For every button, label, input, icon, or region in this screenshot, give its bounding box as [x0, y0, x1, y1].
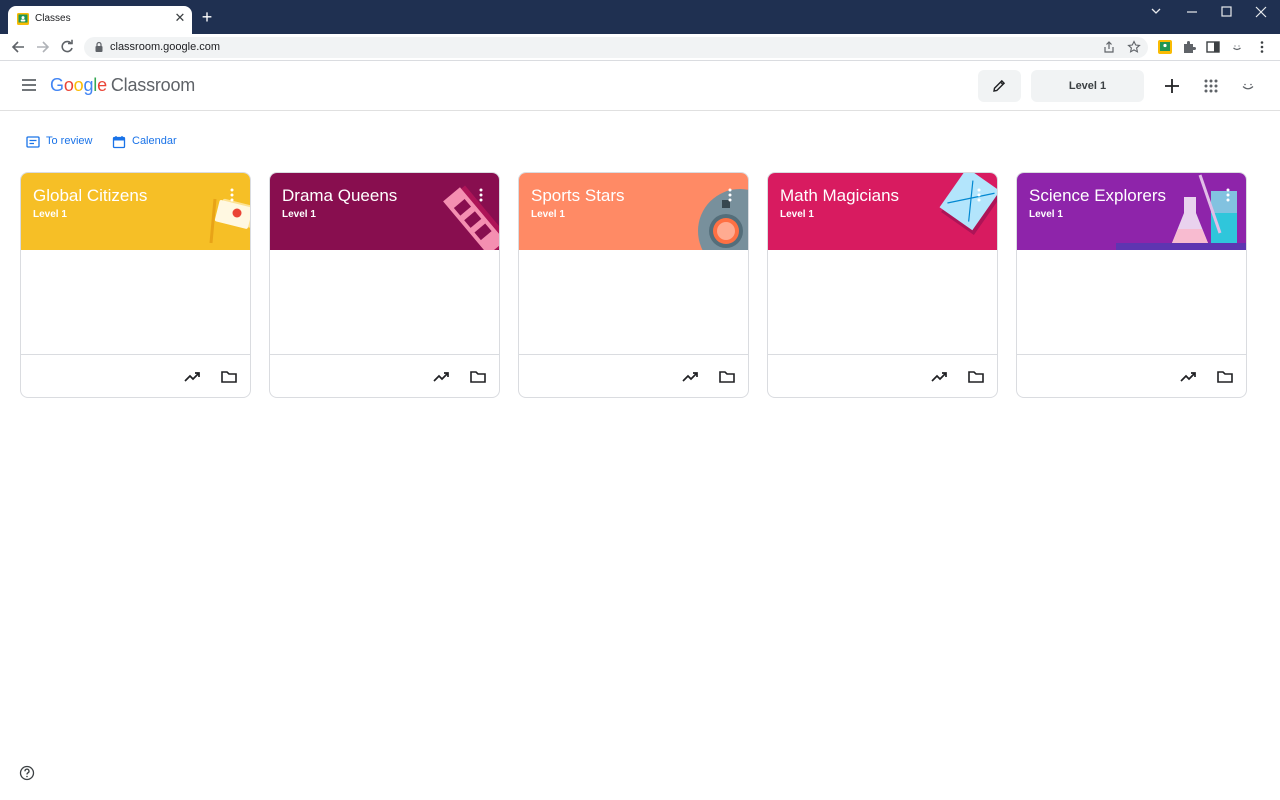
google-classroom-logo[interactable]: Google Classroom: [50, 75, 195, 96]
bookmark-star-icon[interactable]: [1127, 40, 1141, 54]
card-more-options-icon[interactable]: [475, 187, 487, 203]
main-menu-icon[interactable]: [20, 76, 38, 94]
folder-icon[interactable]: [469, 369, 487, 385]
maximize-icon[interactable]: [1216, 4, 1236, 20]
classroom-favicon-icon: [17, 13, 29, 25]
folder-icon[interactable]: [718, 369, 736, 385]
tab-title: Classes: [35, 13, 71, 24]
minimize-icon[interactable]: [1182, 4, 1202, 20]
card-footer: [519, 354, 748, 397]
to-review-label: To review: [46, 135, 93, 147]
film-strip-illustration-icon: [443, 185, 499, 250]
class-card-banner[interactable]: Drama Queens Level 1: [270, 173, 499, 250]
class-card[interactable]: Science Explorers Level 1: [1016, 172, 1247, 398]
assignment-review-icon: [26, 136, 40, 148]
folder-icon[interactable]: [967, 369, 985, 385]
app-header: Google Classroom Level 1: [0, 61, 1280, 111]
class-name[interactable]: Math Magicians: [780, 186, 899, 206]
logo-letter: g: [83, 75, 94, 95]
new-tab-button[interactable]: +: [199, 8, 215, 26]
class-card-banner[interactable]: Global Citizens Level 1: [21, 173, 250, 250]
card-footer: [1017, 354, 1246, 397]
class-section: Level 1: [780, 209, 814, 220]
card-footer: [21, 354, 250, 397]
side-panel-icon[interactable]: [1205, 39, 1221, 55]
class-card-banner[interactable]: Science Explorers Level 1: [1017, 173, 1246, 250]
back-icon[interactable]: [9, 38, 27, 56]
calendar-label: Calendar: [132, 135, 177, 147]
class-card[interactable]: Global Citizens Level 1: [20, 172, 251, 398]
class-card[interactable]: Drama Queens Level 1: [269, 172, 500, 398]
edit-button[interactable]: [978, 70, 1021, 102]
flag-illustration-icon: [209, 198, 250, 244]
classroom-extension-icon[interactable]: [1157, 39, 1173, 55]
card-more-options-icon[interactable]: [226, 187, 238, 203]
trending-up-icon[interactable]: [183, 369, 201, 385]
extensions-puzzle-icon[interactable]: [1181, 39, 1197, 55]
close-window-icon[interactable]: [1251, 4, 1271, 20]
class-card[interactable]: Sports Stars Level 1: [518, 172, 749, 398]
class-card-banner[interactable]: Math Magicians Level 1: [768, 173, 997, 250]
card-footer: [768, 354, 997, 397]
trending-up-icon[interactable]: [1179, 369, 1197, 385]
logo-letter: o: [73, 75, 84, 95]
help-icon[interactable]: [19, 765, 35, 781]
browser-titlebar: Classes ✕ +: [0, 0, 1280, 34]
browser-menu-icon[interactable]: [1254, 39, 1270, 55]
class-card[interactable]: Math Magicians Level 1: [767, 172, 998, 398]
class-card-banner[interactable]: Sports Stars Level 1: [519, 173, 748, 250]
add-plus-icon[interactable]: [1162, 76, 1182, 96]
logo-letter: G: [50, 75, 64, 95]
logo-product-name: Classroom: [110, 75, 196, 95]
trending-up-icon[interactable]: [681, 369, 699, 385]
calendar-icon: [112, 136, 126, 149]
lock-icon: [95, 41, 103, 52]
folder-icon[interactable]: [220, 369, 238, 385]
account-avatar-icon[interactable]: [1238, 76, 1258, 96]
apps-grid-icon[interactable]: [1201, 76, 1221, 96]
class-name[interactable]: Global Citizens: [33, 186, 147, 206]
reload-icon[interactable]: [58, 38, 76, 56]
pencil-icon: [993, 79, 1006, 92]
url-text: classroom.google.com: [110, 41, 221, 53]
class-name[interactable]: Sports Stars: [531, 186, 625, 206]
card-more-options-icon[interactable]: [973, 187, 985, 203]
folder-icon[interactable]: [1216, 369, 1234, 385]
trending-up-icon[interactable]: [432, 369, 450, 385]
logo-letter: o: [63, 75, 74, 95]
card-more-options-icon[interactable]: [724, 187, 736, 203]
class-name[interactable]: Science Explorers: [1029, 186, 1166, 206]
address-bar[interactable]: classroom.google.com: [84, 37, 1148, 58]
stopwatch-illustration-icon: [698, 189, 748, 250]
class-section: Level 1: [282, 209, 316, 220]
tab-close-icon[interactable]: ✕: [173, 11, 187, 25]
card-more-options-icon[interactable]: [1222, 187, 1234, 203]
geometry-illustration-icon: [939, 173, 997, 235]
tab-search-icon[interactable]: [1146, 4, 1166, 20]
trending-up-icon[interactable]: [930, 369, 948, 385]
profile-avatar-icon[interactable]: [1229, 39, 1245, 55]
to-review-link[interactable]: To review: [26, 134, 106, 150]
card-footer: [270, 354, 499, 397]
class-section: Level 1: [33, 209, 67, 220]
forward-icon[interactable]: [34, 38, 52, 56]
logo-letter: e: [97, 75, 107, 95]
level-button[interactable]: Level 1: [1031, 70, 1144, 102]
class-name[interactable]: Drama Queens: [282, 186, 397, 206]
calendar-link[interactable]: Calendar: [112, 134, 192, 150]
share-icon[interactable]: [1102, 40, 1116, 54]
class-section: Level 1: [531, 209, 565, 220]
browser-tab[interactable]: Classes ✕: [8, 6, 192, 34]
flask-illustration-icon: [1116, 174, 1246, 250]
browser-toolbar: classroom.google.com: [0, 34, 1280, 61]
class-section: Level 1: [1029, 209, 1063, 220]
